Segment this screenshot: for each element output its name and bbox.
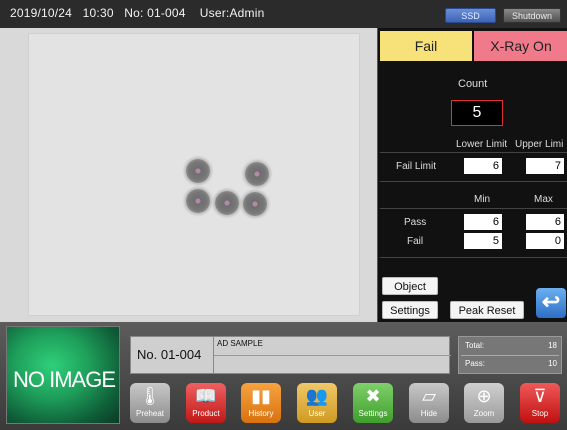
pass-count-value: 10 [548,359,557,368]
pass-max-field[interactable]: 6 [526,214,564,230]
divider [461,355,559,356]
preheat-button[interactable]: 🌡 Preheat [130,383,170,423]
divider [380,257,567,258]
user-label: User [308,409,326,418]
product-thumbnail: NO IMAGE [6,326,120,424]
upper-limit-label: Upper Limi [515,139,564,150]
pass-min-field[interactable]: 6 [464,214,502,230]
product-info: No. 01-004 AD SAMPLE [130,336,451,374]
divider [380,152,567,153]
count-label: Count [458,78,488,90]
fail-min-field[interactable]: 5 [464,233,502,249]
min-label: Min [474,194,491,205]
history-label: History [248,409,274,418]
pass-count-label: Pass: [465,359,486,368]
fail-max-field[interactable]: 0 [526,233,564,249]
no-image-text: NO IMAGE [12,367,116,392]
total-value: 18 [548,341,557,350]
bottom-bar: NO IMAGE No. 01-004 AD SAMPLE Total: 18 … [0,322,567,430]
book-icon: 📖 [194,386,218,406]
shutdown-button[interactable]: Shutdown [503,8,561,23]
fail-limit-lower-field[interactable]: 6 [464,158,502,174]
hide-label: Hide [420,409,438,418]
hide-icon: ▱ [422,386,436,406]
object-button[interactable]: Object [382,277,438,295]
user-button[interactable]: 👥 User [297,383,337,423]
count-value: 5 [451,100,503,126]
preheat-label: Preheat [135,409,165,418]
detected-object [215,191,239,215]
fail-limit-upper-field[interactable]: 7 [526,158,564,174]
history-button[interactable]: ▮▮ History [241,383,281,423]
magnifier-icon: ⊕ [476,386,492,406]
fail-limit-label: Fail Limit [396,161,437,172]
bar-chart-icon: ▮▮ [251,386,271,406]
users-icon: 👥 [305,386,329,406]
fail-label: Fail [407,236,424,247]
settings-panel-button[interactable]: Settings [382,301,438,319]
max-label: Max [534,194,553,205]
stop-button[interactable]: ⊽ Stop [520,383,560,423]
detected-object [245,162,269,186]
zoom-label: Zoom [473,409,495,418]
fail-status-tab[interactable]: Fail [380,31,472,61]
xray-image-area [0,28,377,322]
thermometer-icon: 🌡 [138,386,162,406]
xray-image [28,33,360,316]
divider [214,355,451,356]
detected-object [243,192,267,216]
stop-label: Stop [531,409,549,418]
divider [380,181,567,182]
detected-object [186,159,210,183]
divider [380,208,567,209]
product-label: Product [192,409,220,418]
zoom-button[interactable]: ⊕ Zoom [464,383,504,423]
tools-icon: ✖ [365,386,381,406]
xray-on-tab[interactable]: X-Ray On [474,31,567,61]
return-arrow-icon[interactable]: ↩ [536,288,566,318]
stop-icon: ⊽ [533,386,547,406]
inspection-panel: Fail X-Ray On Count 5 Lower Limit Upper … [377,28,567,322]
status-text: 2019/10/24 10:30 No: 01-004 User:Admin [10,6,265,20]
product-number: No. 01-004 [137,347,202,362]
pass-label: Pass [404,217,427,228]
product-button[interactable]: 📖 Product [186,383,226,423]
product-name: AD SAMPLE [217,339,263,348]
settings-button[interactable]: ✖ Settings [353,383,393,423]
detected-object [186,189,210,213]
peak-reset-button[interactable]: Peak Reset [450,301,524,319]
status-bar: 2019/10/24 10:30 No: 01-004 User:Admin S… [0,0,567,28]
totals-box: Total: 18 Pass: 10 [458,336,562,374]
ssd-button[interactable]: SSD [445,8,496,23]
settings-label: Settings [358,409,388,418]
lower-limit-label: Lower Limit [456,139,508,150]
hide-button[interactable]: ▱ Hide [409,383,449,423]
total-label: Total: [465,341,485,350]
